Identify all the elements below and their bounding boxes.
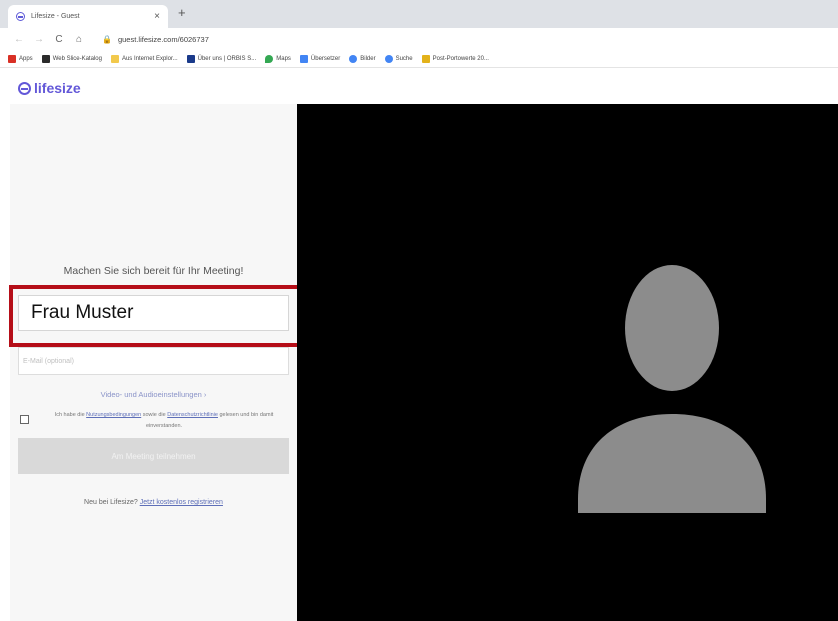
back-icon[interactable]: ← — [12, 34, 26, 45]
bookmark-translator[interactable]: Übersetzer — [299, 54, 341, 63]
avatar-placeholder-icon — [578, 265, 766, 513]
terms-of-use-link[interactable]: Nutzungsbedingungen — [86, 412, 141, 418]
tab-close-icon[interactable]: × — [154, 11, 160, 22]
video-audio-settings-link[interactable]: Video- und Audioeinstellungen › — [10, 390, 297, 399]
bookmark-apps[interactable]: Apps — [8, 54, 33, 63]
bookmark-search[interactable]: Suche — [384, 54, 413, 63]
terms-prefix: Ich habe die — [54, 412, 85, 418]
email-input[interactable]: E-Mail (optional) — [18, 347, 289, 375]
bookmark-label: Maps — [276, 55, 291, 62]
google-g-icon — [384, 54, 393, 63]
bookmark-label: Übersetzer — [310, 55, 341, 62]
forward-icon[interactable]: → — [32, 34, 46, 45]
bookmark-label: Post-Portowerte 20... — [432, 55, 489, 62]
signup-prefix: Neu bei Lifesize? — [84, 499, 138, 506]
signup-row: Neu bei Lifesize? Jetzt kostenlos regist… — [10, 499, 297, 506]
terms-row: Ich habe die Nutzungsbedingungen sowie d… — [20, 410, 290, 434]
join-meeting-button[interactable]: Am Meeting teilnehmen — [18, 438, 289, 474]
terms-middle: sowie die — [142, 412, 166, 418]
web-slice-icon — [41, 54, 50, 63]
home-icon[interactable]: ⌂ — [72, 34, 86, 45]
bookmark-post[interactable]: Post-Portowerte 20... — [421, 54, 489, 63]
bookmark-maps[interactable]: Maps — [265, 54, 291, 63]
address-bar: ← → C ⌂ 🔒 guest.lifesize.com/6026737 — [0, 28, 838, 50]
bookmark-web-slice[interactable]: Web Slice-Katalog — [41, 54, 102, 63]
bookmarks-bar: Apps Web Slice-Katalog Aus Internet Expl… — [0, 50, 838, 68]
post-logo-icon — [421, 54, 430, 63]
reload-icon[interactable]: C — [52, 34, 66, 45]
apps-grid-icon — [8, 54, 16, 63]
bookmark-images[interactable]: Bilder — [349, 54, 376, 63]
register-link[interactable]: Jetzt kostenlos registrieren — [140, 499, 223, 506]
new-tab-icon[interactable]: + — [178, 5, 186, 20]
translate-icon — [299, 54, 308, 63]
folder-icon — [110, 54, 119, 63]
tab-title: Lifesize - Guest — [31, 13, 80, 20]
terms-text: Ich habe die Nutzungsbedingungen sowie d… — [38, 410, 290, 432]
page-title: Machen Sie sich bereit für Ihr Meeting! — [63, 265, 244, 277]
privacy-policy-link[interactable]: Datenschutzrichtlinie — [167, 412, 218, 418]
orbis-icon — [186, 54, 195, 63]
browser-tab-bar: Lifesize - Guest × + — [0, 0, 838, 28]
terms-checkbox[interactable] — [20, 415, 29, 424]
bookmark-label: Suche — [395, 55, 413, 62]
bookmark-label: Bilder — [360, 55, 376, 62]
lock-icon: 🔒 — [102, 34, 112, 44]
name-input[interactable]: Frau Muster — [18, 295, 289, 331]
browser-tab[interactable]: Lifesize - Guest × — [8, 5, 168, 28]
bookmark-label: Aus Internet Explor... — [121, 55, 178, 62]
bookmark-orbis[interactable]: Über uns | ORBIS S... — [186, 54, 257, 63]
lifesize-favicon-icon — [16, 12, 25, 21]
lifesize-logo: lifesize — [18, 80, 81, 96]
lifesize-logo-icon — [18, 81, 31, 95]
url-input[interactable]: guest.lifesize.com/6026737 — [118, 35, 209, 44]
bookmark-label: Über uns | ORBIS S... — [197, 55, 257, 62]
logo-text: lifesize — [34, 80, 81, 96]
bookmark-label: Apps — [19, 55, 33, 62]
bookmark-label: Web Slice-Katalog — [52, 55, 102, 62]
google-g-icon — [349, 54, 358, 63]
map-pin-icon — [265, 54, 274, 63]
video-preview — [297, 104, 838, 621]
bookmark-ie-import[interactable]: Aus Internet Explor... — [110, 54, 178, 63]
